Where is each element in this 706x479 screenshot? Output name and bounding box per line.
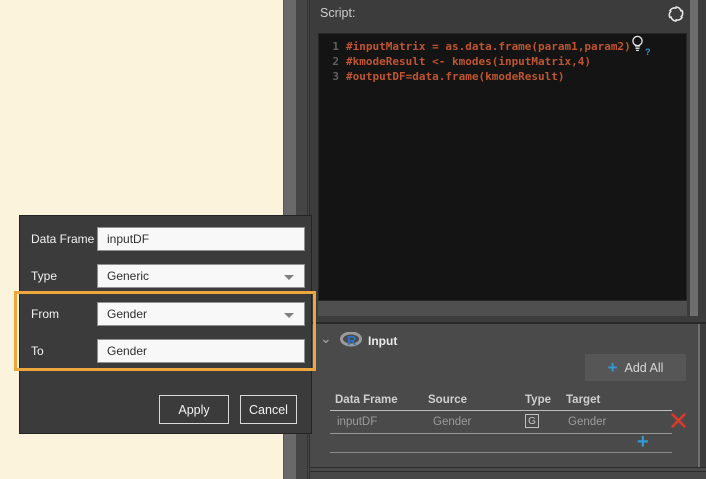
table-row-divider (330, 452, 672, 453)
line-number: 3 (319, 69, 339, 84)
editor-horizontal-scrollbar[interactable] (318, 301, 687, 316)
type-dropdown[interactable]: Generic (97, 264, 305, 288)
openai-icon[interactable] (666, 4, 686, 24)
table-row-divider (330, 433, 672, 434)
dropdown-arrow-icon (284, 313, 294, 318)
row-target-cell[interactable]: Gender (568, 416, 606, 428)
mapping-config-dialog: Data Frame inputDF Type Generic From Gen… (19, 215, 312, 434)
lightbulb-hint-icon[interactable]: ? (630, 35, 652, 59)
code-text: #kmodeResult <- kmodes(inputMatrix,4) (346, 54, 591, 69)
from-dropdown-value: Gender (107, 307, 147, 321)
r-language-icon: R (340, 332, 364, 348)
type-label: Type (31, 269, 57, 283)
from-dropdown[interactable]: Gender (97, 302, 305, 326)
column-header-source: Source (428, 394, 467, 406)
table-header-divider (330, 410, 672, 411)
script-code-editor[interactable]: 1 #inputMatrix = as.data.frame(param1,pa… (318, 33, 687, 301)
generic-type-icon[interactable]: G (525, 414, 539, 428)
input-section-title: Input (368, 334, 397, 348)
add-all-button[interactable]: + Add All (585, 354, 686, 381)
right-panel: Script: 1 #inputMatrix = as.data.frame(p… (310, 0, 706, 479)
from-label: From (31, 307, 59, 321)
column-header-target: Target (566, 394, 600, 406)
column-header-data-frame: Data Frame (335, 394, 398, 406)
input-section: ⌄ R Input + Add All Data Frame Source Ty… (310, 324, 700, 467)
code-line: 3 #outputDF=data.frame(kmodeResult) (319, 69, 686, 84)
r-logo-letter: R (347, 333, 356, 348)
add-row-icon[interactable]: + (637, 431, 649, 454)
type-dropdown-value: Generic (107, 269, 149, 283)
row-data-frame-cell[interactable]: inputDF (337, 416, 377, 428)
line-number: 2 (319, 54, 339, 69)
to-label: To (31, 344, 44, 358)
code-text: #outputDF=data.frame(kmodeResult) (346, 69, 565, 84)
code-text: #inputMatrix = as.data.frame(param1,para… (346, 39, 631, 54)
add-all-label: Add All (625, 361, 664, 375)
chevron-down-icon[interactable]: ⌄ (320, 330, 332, 347)
question-mark-icon: ? (645, 47, 651, 57)
next-section-edge (310, 472, 706, 479)
script-panel-title: Script: (320, 6, 355, 20)
cancel-button[interactable]: Cancel (240, 395, 297, 424)
dropdown-arrow-icon (284, 275, 294, 280)
to-field[interactable]: Gender (97, 339, 305, 363)
column-header-type: Type (525, 394, 551, 406)
row-source-cell[interactable]: Gender (433, 416, 471, 428)
data-frame-field[interactable]: inputDF (97, 227, 305, 251)
editor-vertical-scrollbar[interactable] (690, 0, 698, 316)
plus-icon: + (608, 359, 618, 376)
delete-row-icon[interactable] (670, 412, 687, 429)
data-frame-label: Data Frame (31, 232, 94, 246)
apply-button[interactable]: Apply (159, 395, 229, 424)
line-number: 1 (319, 39, 339, 54)
